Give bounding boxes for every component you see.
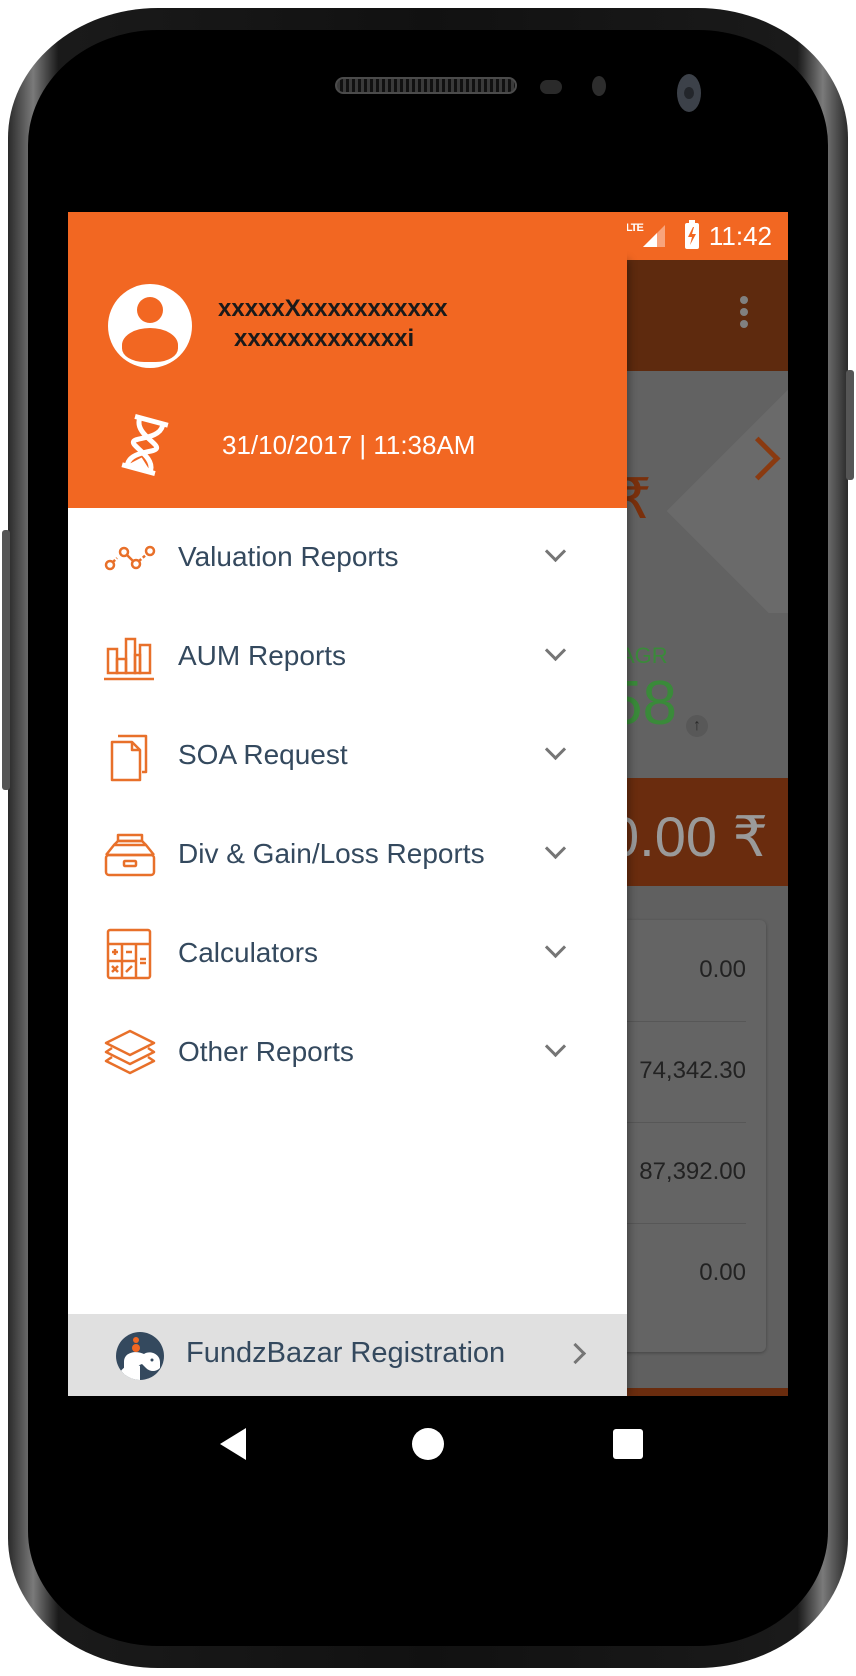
hourglass-icon — [121, 414, 169, 476]
menu-item-valuation-reports[interactable]: Valuation Reports — [68, 508, 627, 607]
user-name: xxxxxXxxxxxxxxxxx xxxxxxxxxxxxxi — [218, 294, 448, 354]
chevron-down-icon[interactable] — [544, 1035, 567, 1058]
navigation-drawer: xxxxxXxxxxxxxxxxx xxxxxxxxxxxxxi 31/10/2… — [68, 212, 627, 1396]
menu-item-div-gain-loss-reports[interactable]: Div & Gain/Loss Reports — [68, 805, 627, 904]
menu-label: SOA Request — [178, 739, 348, 770]
battery-charging-icon — [684, 220, 699, 249]
summary-value: 0.00 — [699, 1259, 746, 1286]
earpiece-speaker — [335, 77, 517, 94]
recent-apps-icon[interactable] — [613, 1429, 643, 1459]
arrow-up-icon: ↑ — [686, 715, 708, 737]
last-login-time: 31/10/2017 | 11:38AM — [222, 430, 476, 460]
menu-label: Other Reports — [178, 1036, 354, 1067]
menu-label: AUM Reports — [178, 640, 347, 671]
system-nav-bar — [68, 1396, 788, 1493]
fundzbazar-registration-button[interactable]: FundzBazar Registration — [68, 1314, 627, 1396]
screen: ₹ AGR 58 ↑ 0.00 ₹ 0.00 74,342.30 87,392.… — [68, 212, 788, 1493]
menu-item-aum-reports[interactable]: AUM Reports — [68, 607, 627, 706]
proximity-sensor — [540, 80, 562, 94]
menu-item-calculators[interactable]: Calculators — [68, 904, 627, 1003]
power-button — [846, 370, 854, 480]
inbox-tray-icon — [104, 833, 156, 877]
line-chart-icon — [104, 545, 156, 571]
volume-button — [2, 530, 10, 790]
network-type: LTE — [625, 222, 644, 234]
documents-icon — [110, 734, 148, 782]
menu-label: Valuation Reports — [178, 541, 399, 572]
back-icon[interactable] — [220, 1428, 246, 1460]
home-icon[interactable] — [412, 1428, 444, 1460]
bar-chart-icon — [104, 637, 154, 681]
light-sensor — [592, 76, 606, 96]
chevron-down-icon[interactable] — [544, 639, 567, 662]
calculator-icon — [106, 928, 152, 980]
fundzbazar-registration-label: FundzBazar Registration — [186, 1337, 506, 1369]
more-options-icon[interactable] — [740, 296, 748, 328]
cagr-label: AGR — [620, 643, 668, 668]
menu-item-soa-request[interactable]: SOA Request — [68, 706, 627, 805]
chevron-down-icon[interactable] — [544, 936, 567, 959]
signal-icon — [642, 225, 665, 247]
fundzbazar-logo-icon — [116, 1332, 164, 1380]
summary-value: 74,342.30 — [639, 1057, 746, 1084]
user-name-line2: xxxxxxxxxxxxxi — [234, 325, 415, 352]
carousel-next-backdrop — [666, 369, 788, 653]
chevron-right-icon — [564, 1342, 587, 1365]
menu-item-other-reports[interactable]: Other Reports — [68, 1003, 627, 1102]
layers-icon — [104, 1029, 156, 1075]
chevron-down-icon[interactable] — [544, 540, 567, 563]
chevron-down-icon[interactable] — [544, 738, 567, 761]
summary-value: 0.00 — [699, 956, 746, 983]
menu-label: Div & Gain/Loss Reports — [178, 838, 485, 869]
user-name-line1: xxxxxXxxxxxxxxxxx — [218, 295, 448, 322]
clock: 11:42 — [708, 220, 772, 251]
chevron-down-icon[interactable] — [544, 837, 567, 860]
summary-value: 87,392.00 — [639, 1158, 746, 1185]
avatar[interactable] — [108, 284, 192, 368]
front-camera — [677, 74, 701, 112]
menu-label: Calculators — [178, 937, 319, 968]
total-amount: 0.00 ₹ — [608, 805, 769, 868]
drawer-header: xxxxxXxxxxxxxxxxx xxxxxxxxxxxxxi 31/10/2… — [68, 212, 627, 508]
